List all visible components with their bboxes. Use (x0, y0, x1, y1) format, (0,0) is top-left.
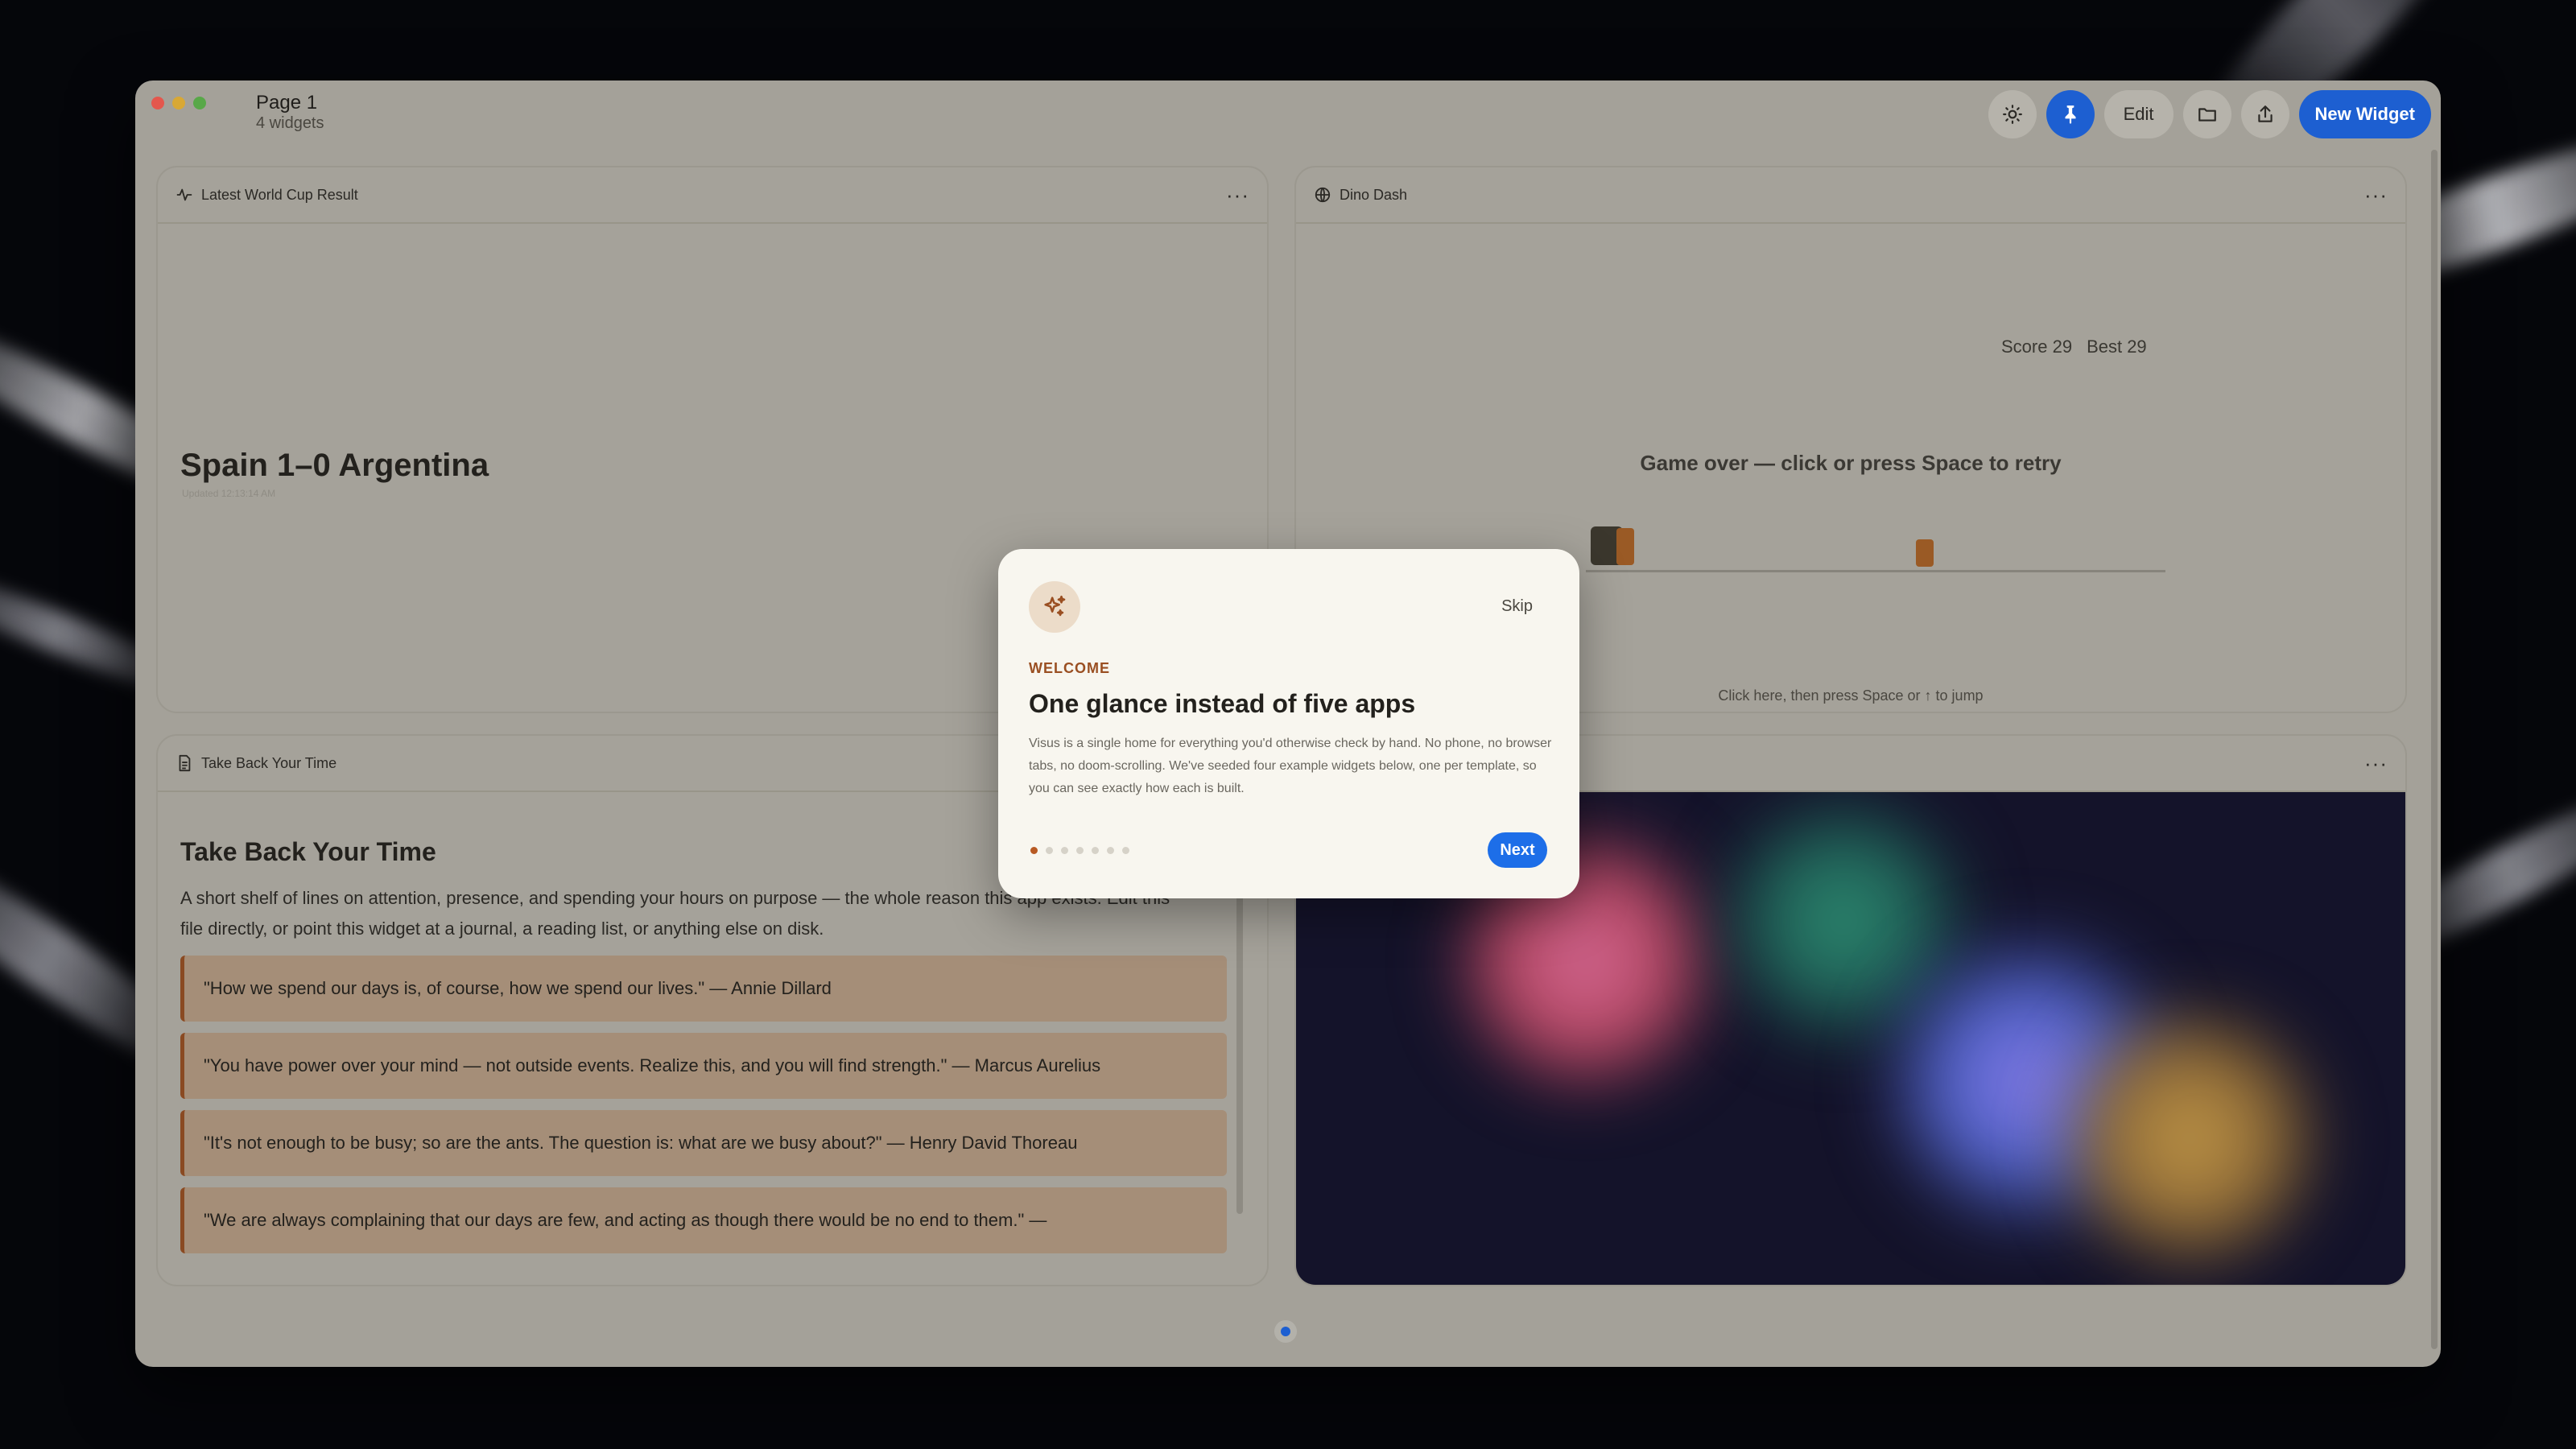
step-dot[interactable] (1061, 847, 1068, 854)
more-icon[interactable]: ··· (2364, 751, 2388, 776)
step-dot[interactable] (1092, 847, 1099, 854)
pin-button[interactable] (2046, 90, 2095, 138)
activity-icon (176, 188, 192, 201)
quote-block: "How we spend our days is, of course, ho… (180, 956, 1227, 1022)
folder-icon (2198, 108, 2216, 122)
match-score: Spain 1–0 Argentina (180, 448, 489, 483)
share-button[interactable] (2240, 90, 2289, 138)
globe-icon (1315, 187, 1331, 203)
widget-title: Take Back Your Time (201, 754, 337, 771)
more-icon[interactable]: ··· (1226, 183, 1249, 208)
step-dot[interactable] (1107, 847, 1114, 854)
widget-title: Dino Dash (1340, 186, 1408, 203)
widget-header: Dino Dash ··· (1296, 167, 2405, 224)
updated-timestamp: Updated 12:13:14 AM (182, 488, 276, 499)
game-ground (1586, 570, 2165, 572)
sun-icon (2002, 105, 2022, 124)
document-icon (179, 754, 191, 772)
more-icon[interactable]: ··· (2364, 183, 2388, 208)
toolbar: Edit New Widget (1988, 90, 2431, 138)
zoom-window-button[interactable] (193, 97, 206, 109)
quote-block: "We are always complaining that our days… (180, 1187, 1227, 1253)
cactus-obstacle (1616, 528, 1634, 565)
new-widget-button[interactable]: New Widget (2298, 90, 2431, 138)
widget-count: 4 widgets (256, 114, 324, 132)
widget-title: Latest World Cup Result (201, 186, 358, 203)
modal-title: One glance instead of five apps (1029, 689, 1416, 718)
quote-block: "It's not enough to be busy; so are the … (180, 1110, 1227, 1176)
edit-button[interactable]: Edit (2103, 90, 2174, 138)
gold-orb (2053, 1001, 2326, 1275)
cactus-obstacle (1916, 539, 1934, 567)
window-scrollbar[interactable] (2431, 150, 2438, 1349)
step-dot[interactable] (1030, 847, 1038, 854)
welcome-modal: Skip WELCOME One glance instead of five … (998, 549, 1579, 898)
modal-eyebrow: WELCOME (1029, 660, 1110, 676)
sparkles-icon (1029, 581, 1080, 633)
widget-header: Latest World Cup Result ··· (158, 167, 1267, 224)
pin-icon (2065, 105, 2076, 124)
quote-block: "You have power over your mind — not out… (180, 1033, 1227, 1099)
next-button[interactable]: Next (1488, 832, 1547, 868)
window-controls (151, 97, 206, 109)
open-folder-button[interactable] (2182, 90, 2231, 138)
score-display: Score 29 Best 29 (2001, 336, 2147, 357)
document-scrollbar[interactable] (1236, 884, 1243, 1214)
share-icon (2257, 105, 2273, 122)
close-window-button[interactable] (151, 97, 164, 109)
appearance-button[interactable] (1988, 90, 2037, 138)
page-title: Page 1 (256, 92, 318, 114)
step-indicator (1030, 847, 1129, 854)
page-indicator-dot[interactable] (1281, 1327, 1290, 1336)
modal-description: Visus is a single home for everything yo… (1029, 737, 1552, 795)
step-dot[interactable] (1122, 847, 1129, 854)
step-dot[interactable] (1046, 847, 1053, 854)
minimize-window-button[interactable] (172, 97, 185, 109)
game-over-message: Game over — click or press Space to retr… (1640, 451, 2062, 475)
skip-button[interactable]: Skip (1501, 597, 1533, 616)
current-score: Score 29 (2001, 336, 2073, 357)
step-dot[interactable] (1076, 847, 1084, 854)
best-score: Best 29 (2087, 336, 2147, 357)
